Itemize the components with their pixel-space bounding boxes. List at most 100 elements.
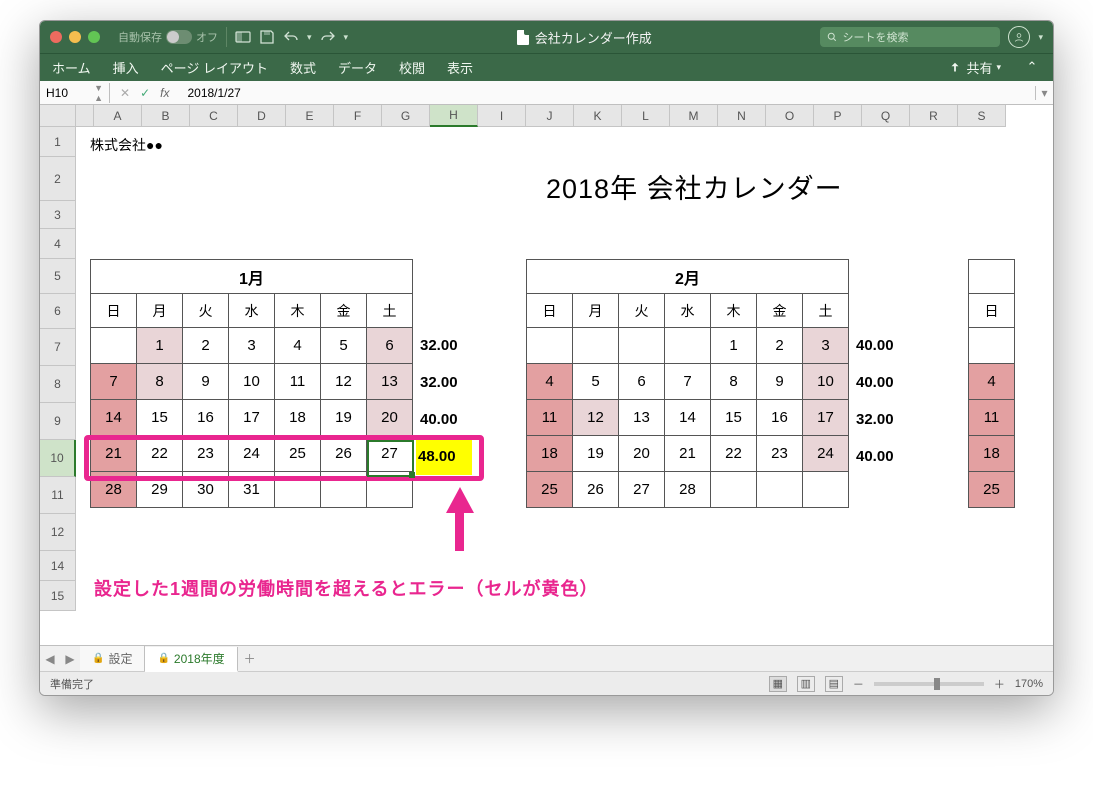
calendar-cell[interactable]: 12 <box>573 400 619 436</box>
calendar-cell[interactable]: 10 <box>803 364 849 400</box>
col-header[interactable]: N <box>718 105 766 127</box>
calendar-cell[interactable]: 14 <box>91 400 137 436</box>
row-header[interactable]: 15 <box>40 581 76 611</box>
col-header[interactable]: L <box>622 105 670 127</box>
row-header[interactable]: 4 <box>40 229 76 259</box>
minimize-icon[interactable] <box>69 31 81 43</box>
calendar-cell[interactable]: 25 <box>527 472 573 508</box>
calendar-cell[interactable]: 3 <box>229 328 275 364</box>
calendar-cell[interactable]: 4 <box>969 364 1015 400</box>
fx-icon[interactable]: fx <box>160 86 169 100</box>
calendar-cell[interactable]: 22 <box>711 436 757 472</box>
row-header[interactable]: 10 <box>40 440 76 477</box>
row-header[interactable]: 3 <box>40 201 76 229</box>
calendar-cell[interactable] <box>91 328 137 364</box>
redo-icon[interactable] <box>320 29 336 45</box>
col-header[interactable]: S <box>958 105 1006 127</box>
save-icon[interactable] <box>259 29 275 45</box>
calendar-cell[interactable]: 5 <box>321 328 367 364</box>
tab-data[interactable]: データ <box>338 58 377 77</box>
calendar-cell[interactable]: 25 <box>969 472 1015 508</box>
col-header[interactable]: M <box>670 105 718 127</box>
user-account-icon[interactable] <box>1008 26 1030 48</box>
calendar-cell[interactable]: 19 <box>321 400 367 436</box>
col-header[interactable]: F <box>334 105 382 127</box>
calendar-cell[interactable] <box>619 328 665 364</box>
share-button[interactable]: 共有 ▾ <box>948 58 1001 77</box>
calendar-cell[interactable] <box>969 328 1015 364</box>
calendar-cell[interactable]: 18 <box>527 436 573 472</box>
tab-review[interactable]: 校閲 <box>399 58 425 77</box>
calendar-cell[interactable] <box>803 472 849 508</box>
calendar-cell[interactable]: 17 <box>229 400 275 436</box>
col-header[interactable]: B <box>142 105 190 127</box>
calendar-cell[interactable] <box>527 328 573 364</box>
search-input[interactable]: シートを検索 <box>820 27 1000 47</box>
calendar-cell[interactable]: 13 <box>619 400 665 436</box>
calendar-cell[interactable]: 23 <box>757 436 803 472</box>
calendar-cell[interactable]: 18 <box>275 400 321 436</box>
calendar-cell[interactable]: 24 <box>803 436 849 472</box>
row-header[interactable]: 1 <box>40 127 76 157</box>
calendar-cell[interactable]: 26 <box>573 472 619 508</box>
confirm-icon[interactable]: ✓ <box>140 86 150 100</box>
tab-page-layout[interactable]: ページ レイアウト <box>161 58 268 77</box>
calendar-cell[interactable]: 9 <box>757 364 803 400</box>
view-normal-icon[interactable]: ▦ <box>769 676 787 692</box>
close-icon[interactable] <box>50 31 62 43</box>
row-header[interactable]: 8 <box>40 366 76 403</box>
worksheet[interactable]: ABCDEFGHIJKLMNOPQRS 1234567891011121415 … <box>40 105 1053 645</box>
row-header[interactable]: 6 <box>40 294 76 329</box>
calendar-cell[interactable] <box>665 328 711 364</box>
zoom-slider[interactable] <box>874 682 984 686</box>
view-page-icon[interactable]: ▥ <box>797 676 815 692</box>
col-header[interactable]: O <box>766 105 814 127</box>
calendar-cell[interactable]: 2 <box>757 328 803 364</box>
chevron-down-icon[interactable]: ▼▲ <box>94 83 103 103</box>
tab-home[interactable]: ホーム <box>52 58 91 77</box>
calendar-cell[interactable]: 12 <box>321 364 367 400</box>
cells-area[interactable]: 株式会社●● 2018年 会社カレンダー 1月日月火水木金土1234567891… <box>76 127 1053 645</box>
zoom-out-button[interactable]: － <box>853 676 864 692</box>
row-header[interactable]: 14 <box>40 551 76 581</box>
calendar-cell[interactable]: 9 <box>183 364 229 400</box>
calendar-cell[interactable]: 21 <box>665 436 711 472</box>
calendar-cell[interactable]: 10 <box>229 364 275 400</box>
col-header[interactable]: Q <box>862 105 910 127</box>
calendar-cell[interactable]: 6 <box>619 364 665 400</box>
row-header[interactable]: 7 <box>40 329 76 366</box>
calendar-cell[interactable]: 19 <box>573 436 619 472</box>
calendar-cell[interactable] <box>757 472 803 508</box>
row-header[interactable]: 12 <box>40 514 76 551</box>
calendar-cell[interactable]: 15 <box>711 400 757 436</box>
calendar-cell[interactable]: 13 <box>367 364 413 400</box>
expand-formula-icon[interactable]: ▾ <box>1035 86 1053 100</box>
tab-insert[interactable]: 挿入 <box>113 58 139 77</box>
row-header[interactable]: 5 <box>40 259 76 294</box>
col-header[interactable]: G <box>382 105 430 127</box>
calendar-cell[interactable]: 4 <box>527 364 573 400</box>
add-sheet-button[interactable]: ＋ <box>238 650 262 667</box>
row-header[interactable]: 9 <box>40 403 76 440</box>
calendar-cell[interactable]: 7 <box>91 364 137 400</box>
calendar-cell[interactable] <box>573 328 619 364</box>
calendar-cell[interactable]: 20 <box>367 400 413 436</box>
cancel-icon[interactable]: ✕ <box>120 86 130 100</box>
col-header[interactable]: A <box>94 105 142 127</box>
tab-formulas[interactable]: 数式 <box>290 58 316 77</box>
calendar-cell[interactable]: 8 <box>137 364 183 400</box>
calendar-cell[interactable]: 1 <box>137 328 183 364</box>
calendar-cell[interactable]: 6 <box>367 328 413 364</box>
calendar-cell[interactable]: 18 <box>969 436 1015 472</box>
toggle-icon[interactable] <box>166 30 192 44</box>
tab-nav-next[interactable]: ▶ <box>60 652 80 666</box>
undo-icon[interactable] <box>283 29 299 45</box>
calendar-cell[interactable]: 1 <box>711 328 757 364</box>
col-header[interactable]: C <box>190 105 238 127</box>
calendar-cell[interactable]: 5 <box>573 364 619 400</box>
sheet-tab-settings[interactable]: 🔒設定 <box>80 646 145 671</box>
calendar-cell[interactable]: 4 <box>275 328 321 364</box>
tab-view[interactable]: 表示 <box>447 58 473 77</box>
calendar-cell[interactable]: 2 <box>183 328 229 364</box>
col-header[interactable]: R <box>910 105 958 127</box>
